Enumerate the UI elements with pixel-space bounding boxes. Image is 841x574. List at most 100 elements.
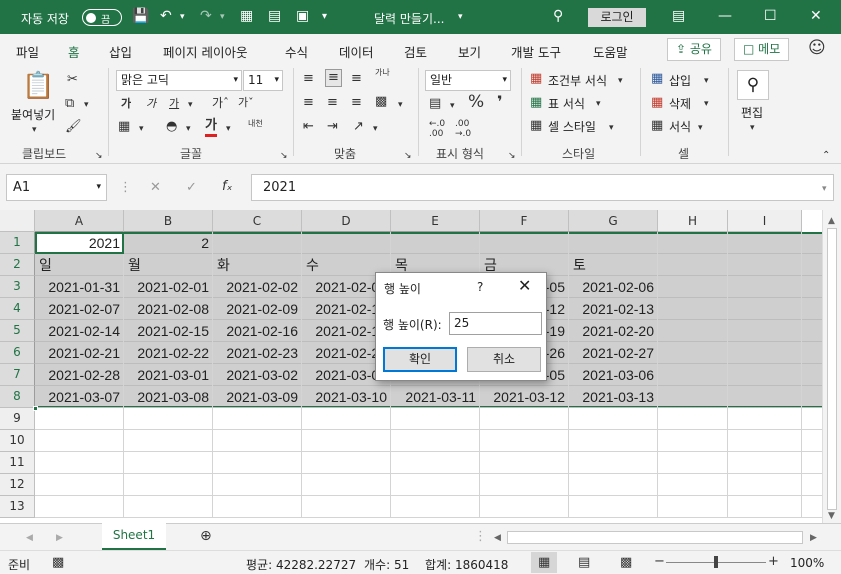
title-dropdown-icon[interactable]: ▾ (458, 12, 463, 22)
find-icon[interactable]: ⚲ (737, 70, 769, 100)
smiley-icon[interactable]: ☺ (808, 40, 826, 57)
border-dropdown-icon[interactable]: ▾ (139, 121, 144, 137)
maximize-icon[interactable]: ☐ (764, 8, 777, 24)
add-sheet-icon[interactable]: ⊕ (200, 528, 212, 544)
search-icon[interactable]: ⚲ (553, 8, 563, 24)
comma-icon[interactable]: ❜ (497, 94, 503, 110)
cell[interactable]: 2 (124, 232, 213, 254)
zoom-slider-knob[interactable] (714, 556, 718, 568)
align-launcher-icon[interactable]: ↘ (404, 148, 412, 164)
cell[interactable]: 2021-02-15 (124, 320, 213, 342)
share-button[interactable]: ⇪ 공유 (667, 38, 721, 61)
tab-splitter-icon[interactable]: ⋮ (474, 529, 487, 545)
underline-dropdown-icon[interactable]: ▾ (188, 97, 193, 113)
cell[interactable]: 2021-03-11 (391, 386, 480, 408)
expand-formula-icon[interactable]: ▾ (822, 181, 827, 197)
cell[interactable]: 2021-02-13 (569, 298, 658, 320)
paste-dropdown-icon[interactable]: ▾ (32, 122, 37, 138)
tab-data[interactable]: 데이터 (339, 42, 374, 61)
cell[interactable]: 일 (35, 254, 124, 276)
decrease-decimal-icon[interactable]: .00 →.0 (455, 119, 471, 139)
scroll-down-icon[interactable]: ▼ (828, 508, 835, 524)
page-layout-view-icon[interactable]: ▤ (578, 555, 590, 571)
row-header[interactable]: 9 (0, 408, 35, 430)
align-top-icon[interactable]: ≡ (303, 71, 314, 87)
row-header[interactable]: 10 (0, 430, 35, 452)
font-size-select[interactable]: 11 ▾ (243, 70, 283, 91)
tab-view[interactable]: 보기 (458, 42, 481, 61)
scroll-left-icon[interactable]: ◀ (494, 530, 501, 546)
horizontal-scroll-thumb[interactable] (507, 531, 803, 544)
column-header[interactable]: A (35, 210, 124, 232)
cell[interactable]: 2021-01-31 (35, 276, 124, 298)
font-color-button[interactable]: 가 (205, 118, 217, 137)
zoom-level[interactable]: 100% (790, 556, 824, 570)
table-icon[interactable]: ▤ (268, 8, 281, 24)
row-height-input[interactable]: 25 (449, 312, 542, 335)
chevron-down-icon[interactable]: ▾ (698, 120, 703, 136)
chevron-down-icon[interactable]: ▾ (618, 73, 623, 89)
chevron-down-icon[interactable]: ▾ (750, 120, 755, 136)
formula-bar-handle-icon[interactable]: ⋮ (119, 180, 132, 196)
chevron-down-icon[interactable]: ▾ (704, 73, 709, 89)
row-header[interactable]: 13 (0, 496, 35, 518)
merge-icon[interactable]: ▩ (375, 94, 387, 110)
delete-cells-button[interactable]: 삭제 (669, 95, 691, 112)
vertical-scrollbar[interactable]: ▲ ▼ (822, 210, 841, 523)
clipboard-launcher-icon[interactable]: ↘ (95, 148, 103, 164)
column-header[interactable]: H (658, 210, 728, 232)
grow-font-button[interactable]: 가ˆ (212, 95, 229, 111)
autosave-toggle[interactable]: 끔 (82, 9, 122, 26)
next-sheet-icon[interactable]: ▶ (56, 530, 63, 546)
border-icon[interactable]: ▦ (118, 119, 130, 135)
cell[interactable]: 2021-03-01 (124, 364, 213, 386)
percent-icon[interactable]: % (468, 94, 484, 111)
cancel-icon[interactable]: ✕ (150, 180, 161, 196)
align-bottom-icon[interactable]: ≡ (351, 71, 362, 87)
bold-button[interactable]: 가 (121, 96, 131, 112)
undo-icon[interactable]: ↶ (160, 8, 172, 24)
cell[interactable]: 2021-03-12 (480, 386, 569, 408)
tab-review[interactable]: 검토 (404, 42, 427, 61)
cell[interactable]: 2021-02-20 (569, 320, 658, 342)
format-painter-icon[interactable]: 🖌 (65, 119, 82, 135)
zoom-in-icon[interactable]: + (768, 554, 779, 570)
cell-style-icon[interactable]: ▦ (530, 118, 542, 134)
table-format-button[interactable]: 표 서식 (548, 95, 585, 112)
cell[interactable]: 2021-02-01 (124, 276, 213, 298)
cell[interactable]: 2021-02-27 (569, 342, 658, 364)
cell[interactable]: 2021-02-09 (213, 298, 302, 320)
decrease-indent-icon[interactable]: ⇤ (303, 119, 314, 135)
cell[interactable]: 2021-02-08 (124, 298, 213, 320)
increase-indent-icon[interactable]: ⇥ (327, 119, 338, 135)
column-header[interactable]: F (480, 210, 569, 232)
tab-insert[interactable]: 삽입 (109, 42, 132, 61)
row-header[interactable]: 8 (0, 386, 35, 408)
cell[interactable]: 화 (213, 254, 302, 276)
accounting-dropdown-icon[interactable]: ▾ (450, 98, 455, 114)
tab-file[interactable]: 파일 (16, 42, 39, 61)
increase-decimal-icon[interactable]: ←.0.00 (429, 119, 445, 139)
cell-style-button[interactable]: 셀 스타일 (548, 118, 596, 135)
row-header[interactable]: 3 (0, 276, 35, 298)
close-icon[interactable]: ✕ (518, 276, 531, 295)
cell[interactable]: 2021-02-22 (124, 342, 213, 364)
accounting-icon[interactable]: ▤ (429, 96, 441, 112)
cell[interactable]: 2021-03-08 (124, 386, 213, 408)
fill-color-icon[interactable]: ◓ (166, 119, 177, 135)
name-box[interactable]: A1 ▾ (6, 174, 107, 201)
column-header[interactable]: G (569, 210, 658, 232)
cell[interactable]: 2021 (35, 232, 124, 254)
cell[interactable]: 2021-03-13 (569, 386, 658, 408)
conditional-format-icon[interactable]: ▦ (530, 71, 542, 87)
normal-view-icon[interactable]: ▦ (538, 555, 550, 571)
font-name-select[interactable]: 맑은 고딕 ▾ (116, 70, 242, 91)
cell[interactable]: 토 (569, 254, 658, 276)
wrap-text-icon[interactable]: 가나 (375, 68, 390, 77)
cell[interactable]: 2021-02-28 (35, 364, 124, 386)
redo-dropdown-icon[interactable]: ▾ (220, 12, 225, 22)
prev-sheet-icon[interactable]: ◀ (26, 530, 33, 546)
format-cells-icon[interactable]: ▦ (651, 118, 663, 134)
grid-icon[interactable]: ▦ (240, 8, 253, 24)
conditional-format-button[interactable]: 조건부 서식 (548, 72, 607, 89)
